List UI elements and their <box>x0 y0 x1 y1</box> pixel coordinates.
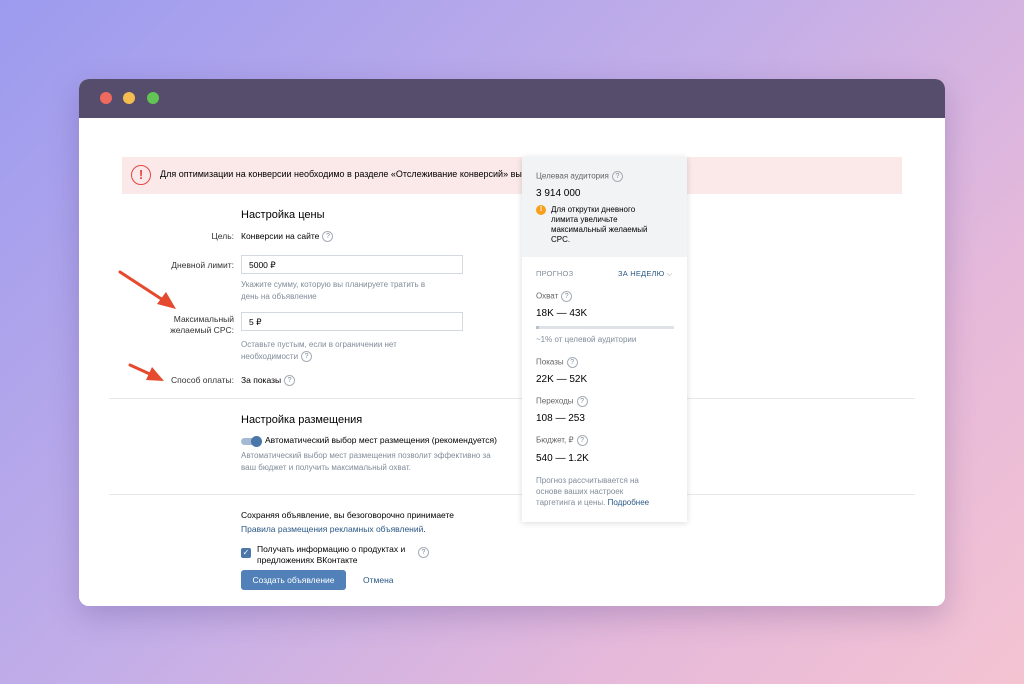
arrow-to-payment-method <box>128 363 164 381</box>
arrow-to-max-cpc <box>118 270 176 309</box>
annotation-arrows <box>118 270 176 381</box>
